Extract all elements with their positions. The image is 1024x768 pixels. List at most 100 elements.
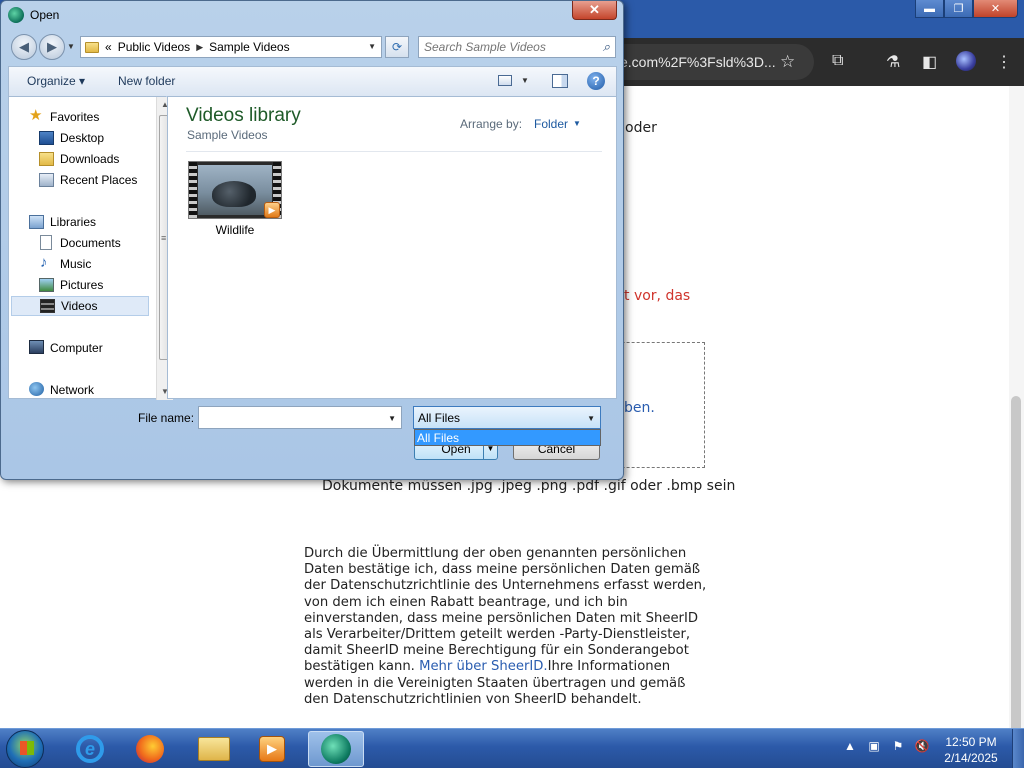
nav-videos[interactable]: Videos bbox=[11, 296, 149, 316]
page-text-fragment-red: t vor, das bbox=[624, 288, 691, 304]
sheerid-more-link[interactable]: Mehr über SheerID. bbox=[419, 659, 548, 674]
desktop-icon bbox=[39, 131, 54, 145]
file-list-pane[interactable]: Videos library Sample Videos Arrange by:… bbox=[167, 96, 617, 399]
scroll-grip-icon: ≡ bbox=[161, 233, 167, 243]
breadcrumb-overflow[interactable]: « bbox=[105, 40, 112, 54]
preview-pane-icon[interactable] bbox=[552, 74, 568, 88]
show-hidden-icons-icon[interactable]: ▲ bbox=[842, 739, 858, 753]
search-box[interactable]: ⌕ bbox=[418, 36, 616, 58]
video-preview-image bbox=[198, 165, 272, 215]
nav-computer[interactable]: Computer bbox=[9, 338, 149, 358]
file-name-combobox[interactable]: ▼ bbox=[198, 406, 402, 429]
minimize-button[interactable]: ▬ bbox=[915, 0, 944, 18]
view-options-dropdown[interactable]: ▼ bbox=[521, 76, 529, 85]
network-tray-icon[interactable]: ▣ bbox=[866, 739, 882, 753]
breadcrumb-separator-icon[interactable]: ▶ bbox=[196, 42, 203, 53]
arrange-by-dropdown[interactable]: Folder bbox=[534, 117, 568, 131]
chevron-down-icon[interactable]: ▼ bbox=[368, 42, 376, 51]
film-strip-icon bbox=[189, 162, 197, 218]
nav-label: Favorites bbox=[50, 110, 100, 124]
downloads-folder-icon bbox=[39, 152, 54, 166]
divider bbox=[186, 151, 602, 152]
nav-documents[interactable]: Documents bbox=[9, 233, 149, 253]
help-icon[interactable]: ? bbox=[587, 72, 605, 90]
browse-link[interactable]: ben. bbox=[624, 400, 655, 416]
file-type-options: All Files bbox=[414, 429, 601, 446]
nav-label: Libraries bbox=[50, 215, 97, 229]
nav-desktop[interactable]: Desktop bbox=[9, 128, 149, 148]
extensions-icon[interactable]: ⧉ bbox=[832, 52, 843, 70]
system-tray: ▲ ▣ ⚑ 🔇 bbox=[842, 739, 930, 753]
change-view-icon[interactable] bbox=[498, 75, 512, 86]
labs-flask-icon[interactable]: ⚗ bbox=[886, 52, 900, 72]
page-scrollbar-thumb[interactable] bbox=[1011, 396, 1021, 768]
start-button[interactable] bbox=[6, 730, 44, 768]
organize-button[interactable]: Organize ▾ bbox=[27, 74, 85, 88]
taskbar-active-app[interactable] bbox=[308, 731, 364, 767]
search-input[interactable] bbox=[424, 40, 594, 54]
app-icon bbox=[8, 7, 24, 23]
show-desktop-button[interactable] bbox=[1012, 729, 1024, 768]
file-type-option[interactable]: All Files bbox=[415, 430, 600, 445]
close-button[interactable]: ✕ bbox=[973, 0, 1018, 18]
breadcrumb-item[interactable]: Public Videos bbox=[118, 40, 191, 54]
breadcrumb-item[interactable]: Sample Videos bbox=[209, 40, 290, 54]
network-icon bbox=[29, 382, 44, 396]
nav-label: Pictures bbox=[60, 278, 104, 292]
file-name-label: File name: bbox=[138, 411, 195, 425]
taskbar-media-player[interactable]: ▶ bbox=[244, 731, 300, 767]
media-player-icon: ▶ bbox=[259, 736, 285, 762]
app-icon bbox=[321, 734, 351, 764]
arrange-by-label: Arrange by: bbox=[460, 117, 523, 131]
nav-downloads[interactable]: Downloads bbox=[9, 149, 149, 169]
chevron-down-icon[interactable]: ▼ bbox=[587, 414, 595, 423]
chevron-down-icon[interactable]: ▼ bbox=[388, 414, 396, 423]
nav-label: Music bbox=[60, 257, 92, 271]
search-icon[interactable]: ⌕ bbox=[603, 39, 610, 55]
forward-button[interactable]: ▶ bbox=[39, 34, 65, 60]
bookmark-star-icon[interactable]: ☆ bbox=[780, 52, 795, 72]
taskbar-internet-explorer[interactable]: e bbox=[62, 731, 118, 767]
nav-pictures[interactable]: Pictures bbox=[9, 275, 149, 295]
dialog-close-button[interactable]: ✕ bbox=[572, 1, 617, 20]
documents-icon bbox=[40, 235, 52, 250]
consent-text: Durch die Übermittlung der oben genannte… bbox=[304, 546, 714, 708]
taskbar-explorer[interactable] bbox=[186, 731, 242, 767]
action-center-flag-icon[interactable]: ⚑ bbox=[890, 739, 906, 753]
taskbar: e ▶ ▲ ▣ ⚑ 🔇 12:50 PM 2/14/2025 bbox=[0, 728, 1024, 768]
volume-muted-icon[interactable]: 🔇 bbox=[914, 739, 930, 753]
file-name-label: Wildlife bbox=[215, 223, 255, 237]
pictures-icon bbox=[39, 278, 54, 292]
file-type-filter[interactable]: All Files ▼ bbox=[413, 406, 601, 429]
media-player-badge-icon: ▶ bbox=[264, 202, 280, 218]
back-button[interactable]: ◀ bbox=[11, 34, 37, 60]
recent-places-icon bbox=[39, 173, 54, 187]
browser-window-controls: ▬ ❐ ✕ bbox=[915, 0, 1018, 18]
nav-label: Downloads bbox=[60, 152, 120, 166]
page-scrollbar[interactable] bbox=[1009, 86, 1024, 768]
nav-music[interactable]: ♪ Music bbox=[9, 254, 149, 274]
nav-recent-places[interactable]: Recent Places bbox=[9, 170, 149, 190]
menu-kebab-icon[interactable]: ⋮ bbox=[996, 52, 1012, 72]
taskbar-firefox[interactable] bbox=[122, 731, 178, 767]
file-item-wildlife[interactable]: ▶ Wildlife bbox=[188, 161, 284, 241]
refresh-icon: ⟳ bbox=[391, 40, 403, 54]
clock[interactable]: 12:50 PM 2/14/2025 bbox=[936, 734, 1006, 766]
restore-button[interactable]: ❐ bbox=[944, 0, 973, 18]
nav-network[interactable]: Network bbox=[9, 380, 149, 400]
profile-avatar-icon[interactable] bbox=[956, 51, 976, 71]
file-name-input[interactable] bbox=[199, 407, 379, 427]
recent-locations-dropdown[interactable]: ▼ bbox=[67, 42, 75, 51]
address-breadcrumb[interactable]: « Public Videos ▶ Sample Videos ▼ bbox=[80, 36, 382, 58]
side-panel-icon[interactable]: ◧ bbox=[922, 52, 937, 72]
open-file-dialog: Open ✕ ◀ ▶ ▼ « Public Videos ▶ Sample Vi… bbox=[0, 0, 624, 480]
nav-favorites[interactable]: ★ Favorites bbox=[9, 107, 149, 127]
new-folder-button[interactable]: New folder bbox=[118, 74, 175, 88]
windows-logo-icon bbox=[20, 741, 34, 755]
consent-body: Durch die Übermittlung der oben genannte… bbox=[304, 546, 707, 675]
nav-label: Documents bbox=[60, 236, 121, 250]
chevron-down-icon[interactable]: ▼ bbox=[573, 119, 581, 128]
refresh-button[interactable]: ⟳ bbox=[385, 36, 409, 58]
nav-label: Videos bbox=[61, 299, 98, 313]
nav-libraries[interactable]: Libraries bbox=[9, 212, 149, 232]
